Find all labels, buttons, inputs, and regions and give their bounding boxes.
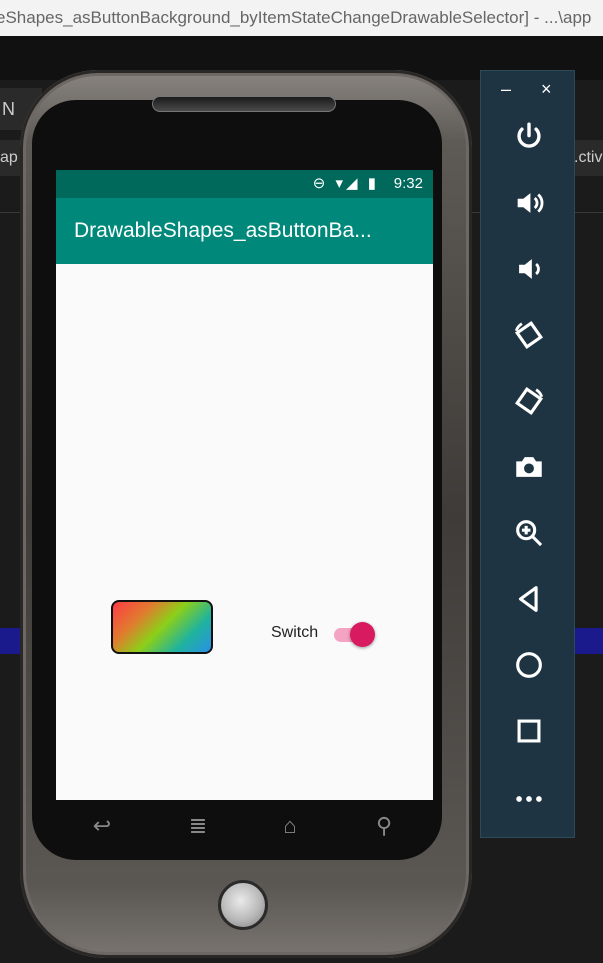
emulator-back-button[interactable] [481, 571, 576, 627]
volume-up-icon [517, 193, 543, 213]
phone-menu-button[interactable]: ≣ [178, 813, 218, 839]
camera-icon [515, 457, 542, 477]
rotate-left-icon [514, 320, 543, 350]
back-icon [518, 586, 538, 612]
volume-down-icon [518, 259, 540, 279]
phone-back-button[interactable]: ↩ [82, 813, 122, 839]
rotate-right-icon [514, 386, 543, 416]
window-title: eShapes_asButtonBackground_byItemStateCh… [0, 8, 592, 27]
power-icon [516, 122, 541, 148]
ide-highlight-bar-right [575, 628, 603, 654]
emulator-power-button[interactable] [481, 109, 576, 165]
emulator-volume-down-button[interactable] [481, 241, 576, 297]
status-icons: ⊖ ▾◢ ▮ [312, 175, 379, 192]
ide-editor-tab-right[interactable]: .ctiv [574, 140, 603, 176]
android-status-bar: ⊖ ▾◢ ▮ 9:32 [56, 170, 433, 198]
app-title: DrawableShapes_asButtonBa... [74, 219, 372, 242]
emulator-rotate-right-button[interactable] [481, 373, 576, 429]
phone-trackball[interactable] [218, 880, 268, 930]
emulator-close-button[interactable]: × [541, 79, 552, 100]
emulator-zoom-button[interactable] [481, 505, 576, 561]
gradient-shape-button[interactable] [111, 600, 213, 654]
overview-icon [517, 719, 540, 743]
phone-speaker [152, 96, 336, 112]
switch-thumb[interactable] [350, 622, 375, 647]
emulator-volume-up-button[interactable] [481, 175, 576, 231]
emulator-home-button[interactable] [481, 637, 576, 693]
phone-screen[interactable]: ⊖ ▾◢ ▮ 9:32 DrawableShapes_asButtonBa...… [56, 170, 433, 800]
emulator-overview-button[interactable] [481, 703, 576, 759]
emulator-rotate-left-button[interactable] [481, 307, 576, 363]
phone-home-nav-button[interactable]: ⌂ [270, 813, 310, 839]
more-icon [515, 796, 542, 802]
emulator-screenshot-button[interactable] [481, 439, 576, 495]
emulator-more-button[interactable] [481, 771, 576, 827]
ide-highlight-bar-left [0, 628, 20, 654]
window-title-bar: eShapes_asButtonBackground_byItemStateCh… [0, 0, 603, 37]
zoom-icon [515, 520, 542, 547]
emulator-minimize-button[interactable]: – [501, 79, 511, 100]
phone-hardware-nav: ↩ ≣ ⌂ ⚲ [56, 805, 433, 849]
phone-search-button[interactable]: ⚲ [364, 813, 404, 839]
app-bar: DrawableShapes_asButtonBa... [56, 198, 433, 264]
emulator-control-panel: – × [480, 70, 575, 838]
status-time: 9:32 [393, 175, 423, 192]
switch-label: Switch [271, 624, 319, 641]
home-icon [515, 652, 542, 678]
